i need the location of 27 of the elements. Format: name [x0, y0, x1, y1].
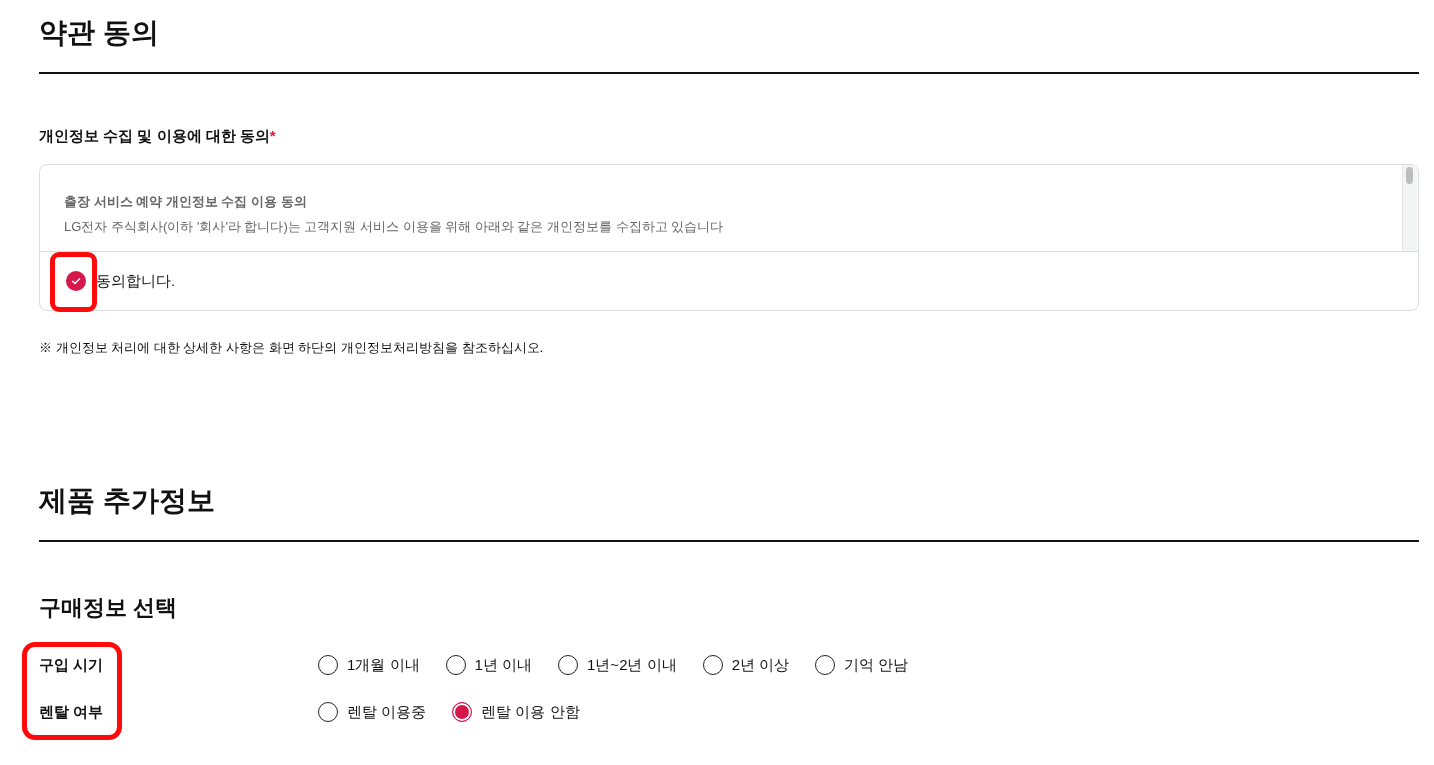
section-title: 제품 추가정보 [39, 484, 215, 518]
radio-label[interactable]: 렌탈 이용중 [347, 700, 427, 724]
subsection-title: 구매정보 선택 [39, 594, 178, 622]
radio-label[interactable]: 2년 이상 [731, 653, 790, 677]
radio-button[interactable] [815, 655, 836, 675]
radio-label[interactable]: 1년 이내 [474, 653, 533, 677]
terms-heading: 출장 서비스 예약 개인정보 수집 이용 동의 [64, 193, 307, 211]
scrollbar[interactable] [1402, 165, 1417, 251]
radio-label[interactable]: 기억 안남 [844, 653, 909, 677]
required-mark: * [269, 126, 276, 146]
radio-button[interactable] [452, 702, 473, 722]
field-label: 렌탈 여부 [39, 702, 104, 722]
radio-button[interactable] [318, 702, 338, 722]
checkbox-label[interactable]: 동의합니다. [96, 270, 176, 292]
radio-button[interactable] [445, 655, 466, 675]
section-title: 약관 동의 [39, 16, 159, 50]
radio-label[interactable]: 1년~2년 이내 [587, 653, 677, 677]
radio-button[interactable] [558, 655, 579, 675]
checkbox[interactable] [66, 271, 86, 291]
radio-label[interactable]: 1개월 이내 [347, 653, 420, 677]
radio-button[interactable] [702, 655, 723, 675]
notice-text: ※ 개인정보 처리에 대한 상세한 사항은 화면 하단의 개인정보처리방침을 참조하십시오. [39, 339, 544, 357]
radio-button[interactable] [318, 655, 338, 675]
consent-title: 개인정보 수집 및 이용에 대한 동의 [39, 126, 270, 146]
terms-body: LG전자 주식회사(이하 '회사'라 합니다)는 고객지원 서비스 이용을 위해 아래와 같은 개인정보를 수집하고 있습니다 [64, 218, 724, 236]
field-label: 구입 시기 [39, 655, 104, 675]
radio-label[interactable]: 렌탈 이용 안함 [481, 700, 580, 724]
